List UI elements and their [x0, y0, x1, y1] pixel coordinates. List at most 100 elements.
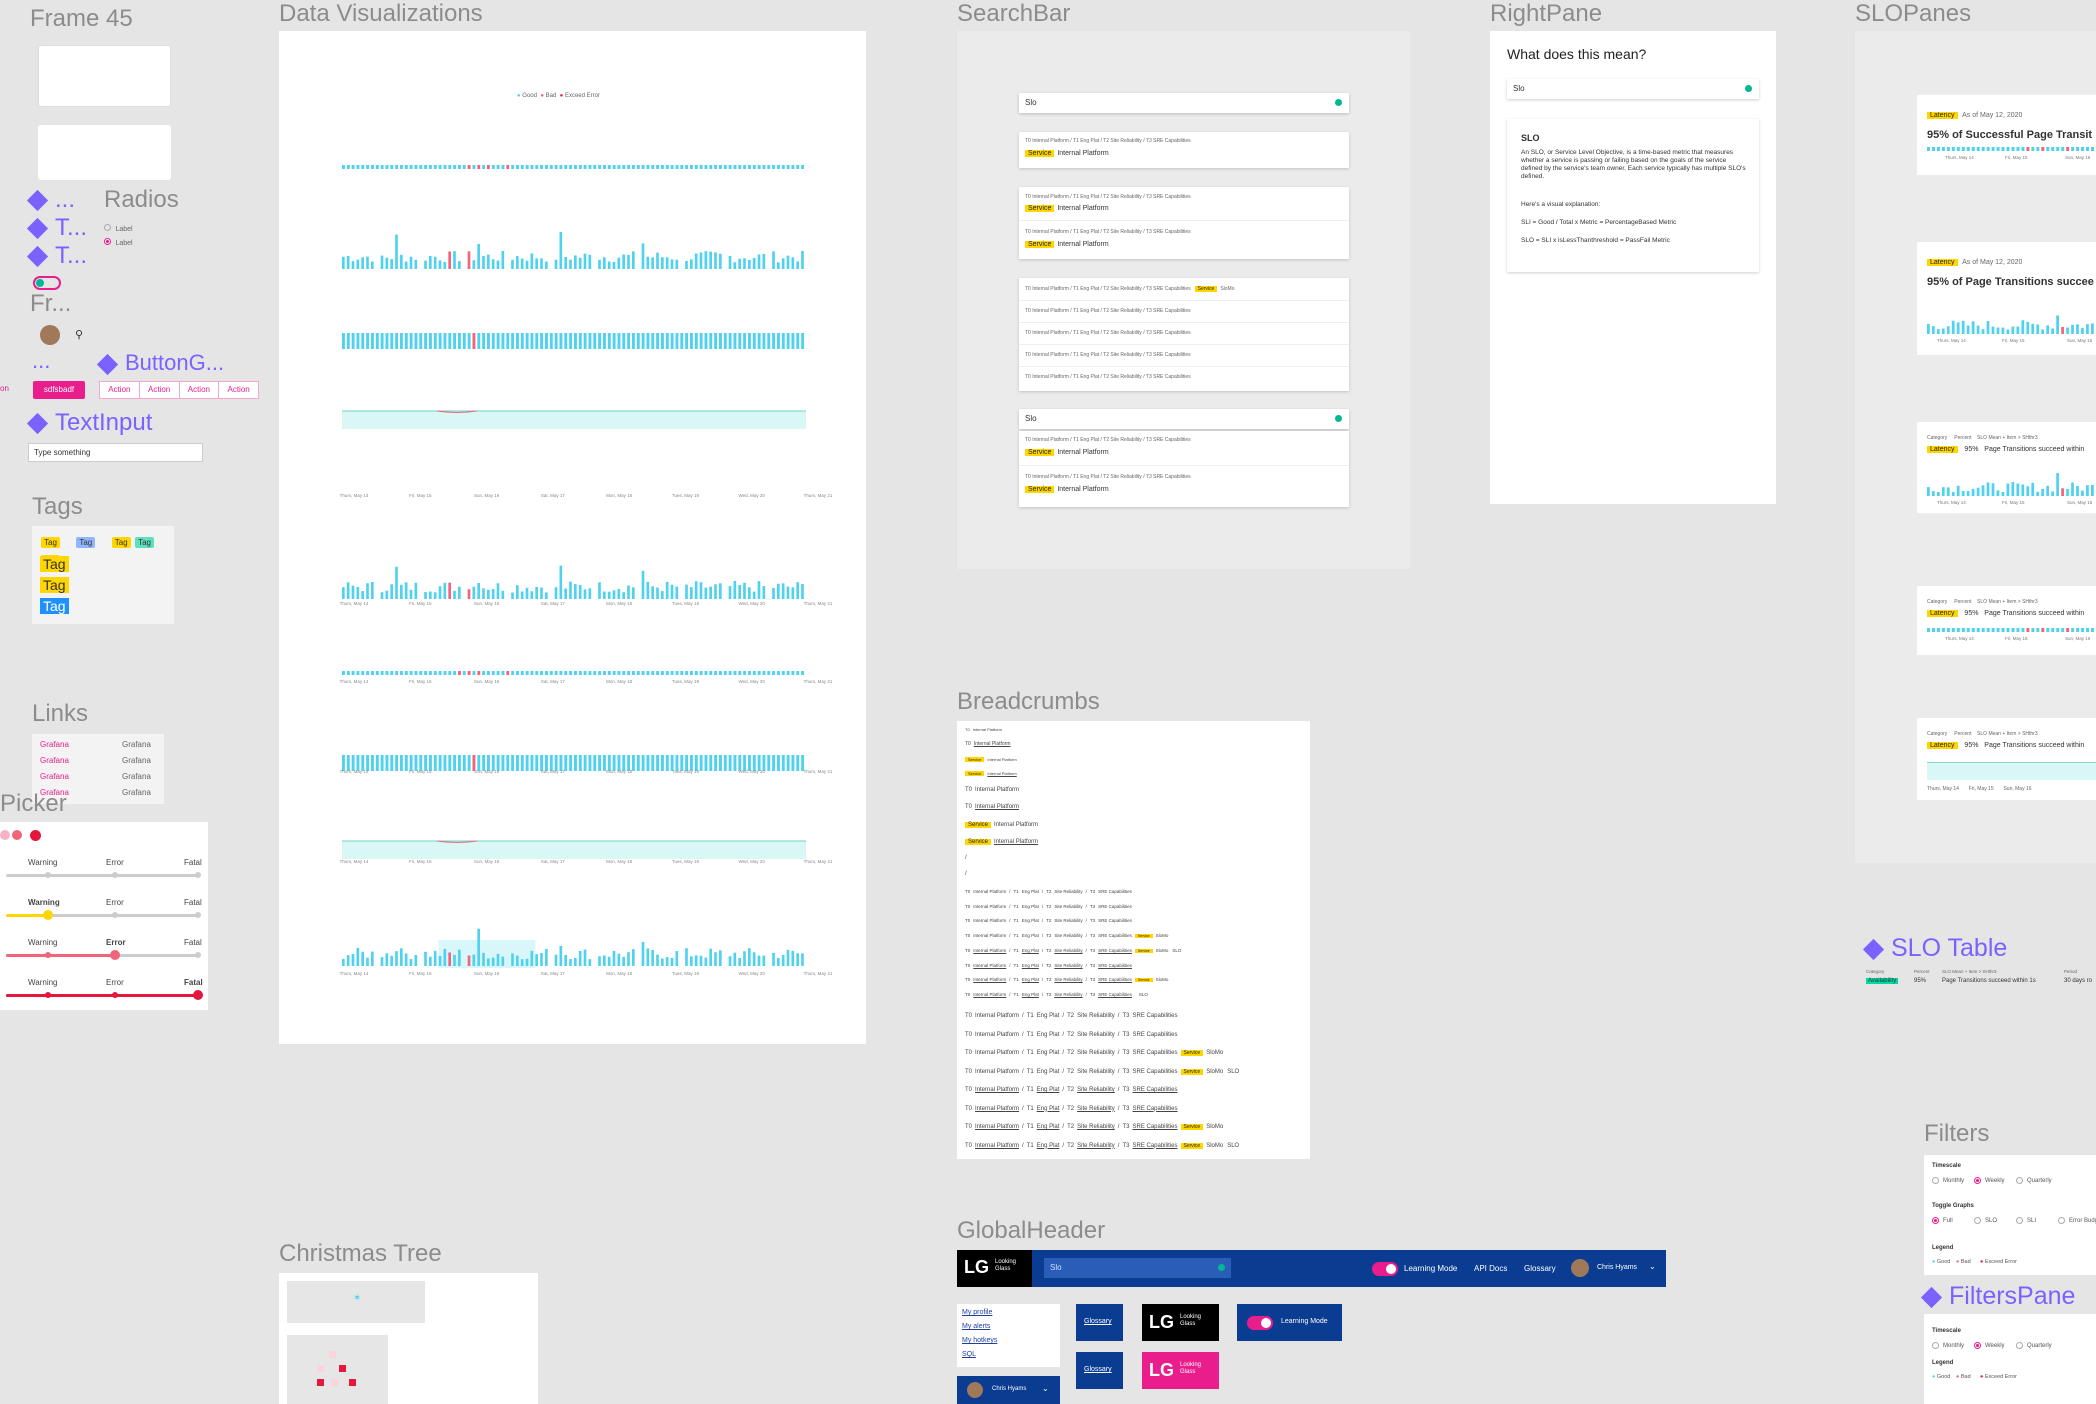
- filter-option[interactable]: Full: [1932, 1217, 1953, 1224]
- breadcrumb-item[interactable]: Site Reliability: [1077, 1106, 1115, 1112]
- breadcrumb-item[interactable]: T3: [1090, 992, 1095, 997]
- breadcrumb-item[interactable]: Eng Plat: [1037, 1106, 1060, 1112]
- breadcrumb-item[interactable]: Eng Plat: [1037, 1050, 1060, 1056]
- menu-item-profile[interactable]: My profile: [962, 1309, 992, 1316]
- breadcrumb-item[interactable]: T2: [1046, 933, 1051, 938]
- breadcrumb-item[interactable]: T2: [1046, 948, 1051, 953]
- filter-option[interactable]: Weekly: [1974, 1177, 2005, 1184]
- breadcrumb-item[interactable]: T0: [965, 904, 970, 909]
- link-grafana-gray[interactable]: Grafana: [122, 740, 151, 749]
- breadcrumb-item[interactable]: Eng Plat: [1022, 963, 1039, 968]
- radio-button[interactable]: [1974, 1177, 1981, 1184]
- menu-item-alerts[interactable]: My alerts: [962, 1323, 990, 1330]
- breadcrumb-item[interactable]: T2: [1046, 977, 1051, 982]
- breadcrumb-item[interactable]: SRE Capabilities: [1098, 963, 1132, 968]
- radio-button[interactable]: [1932, 1342, 1939, 1349]
- picker-track[interactable]: [6, 872, 201, 878]
- breadcrumb-item[interactable]: Site Reliability: [1077, 1013, 1115, 1019]
- breadcrumb-item[interactable]: T0: [965, 1013, 972, 1019]
- breadcrumb-item[interactable]: Internal Platform: [975, 1124, 1019, 1130]
- breadcrumb-item[interactable]: Internal Platform: [973, 977, 1006, 982]
- breadcrumb-item[interactable]: T1: [1027, 1124, 1034, 1130]
- search-result-item[interactable]: Service Internal Platform: [1025, 486, 1109, 493]
- breadcrumb-item[interactable]: T0: [965, 977, 970, 982]
- breadcrumb-item[interactable]: T0: [965, 1143, 972, 1149]
- breadcrumb-item[interactable]: Eng Plat: [1022, 933, 1039, 938]
- link-grafana[interactable]: Grafana: [40, 740, 69, 749]
- filter-option[interactable]: Monthly: [1932, 1177, 1964, 1184]
- breadcrumb-item[interactable]: Eng Plat: [1022, 992, 1039, 997]
- breadcrumb-item[interactable]: T3: [1122, 1143, 1129, 1149]
- radio-button[interactable]: [2058, 1217, 2065, 1224]
- breadcrumb-item[interactable]: Site Reliability: [1077, 1087, 1115, 1093]
- breadcrumb-item[interactable]: SRE Capabilities: [1132, 1087, 1177, 1093]
- breadcrumb-item[interactable]: T1: [1027, 1106, 1034, 1112]
- search-result-card[interactable]: T0 Internal Platform / T1 Eng Plat / T2 …: [1019, 132, 1349, 168]
- breadcrumb-item[interactable]: T3: [1090, 977, 1095, 982]
- breadcrumb-item[interactable]: T2: [1046, 992, 1051, 997]
- breadcrumb-item[interactable]: SRE Capabilities: [1132, 1069, 1177, 1075]
- breadcrumb-item[interactable]: T3: [1122, 1069, 1129, 1075]
- breadcrumb-item[interactable]: Internal Platform: [975, 1013, 1019, 1019]
- search-result-item[interactable]: Service Internal Platform: [1025, 241, 1109, 248]
- crumb-row[interactable]: T0 Internal Platform / T1 Eng Plat / T2 …: [1025, 352, 1191, 358]
- breadcrumb-item[interactable]: Site Reliability: [1054, 992, 1082, 997]
- logo-black[interactable]: LG Looking Glass: [1142, 1304, 1219, 1341]
- breadcrumb-item[interactable]: SRE Capabilities: [1132, 1124, 1177, 1130]
- breadcrumb-item[interactable]: SRE Capabilities: [1132, 1106, 1177, 1112]
- radio-option-2[interactable]: Label: [104, 232, 133, 250]
- breadcrumb-item[interactable]: T0: [965, 1106, 972, 1112]
- breadcrumb-item[interactable]: T1: [1027, 1032, 1034, 1038]
- logo-pink[interactable]: LG Looking Glass: [1142, 1352, 1219, 1389]
- breadcrumb-item[interactable]: Site Reliability: [1054, 904, 1082, 909]
- breadcrumb-item[interactable]: T1: [1027, 1087, 1034, 1093]
- breadcrumb-item[interactable]: Eng Plat: [1022, 977, 1039, 982]
- breadcrumb-item[interactable]: Internal Platform: [973, 933, 1006, 938]
- filter-option[interactable]: Error Budge: [2058, 1217, 2096, 1224]
- menu-item-hotkeys[interactable]: My hotkeys: [962, 1337, 997, 1344]
- color-dot[interactable]: [12, 830, 22, 840]
- breadcrumb-item[interactable]: T3: [1090, 933, 1095, 938]
- breadcrumb-item[interactable]: T3: [1122, 1050, 1129, 1056]
- breadcrumb-item[interactable]: T2: [1067, 1124, 1074, 1130]
- breadcrumb-item[interactable]: T3: [1122, 1032, 1129, 1038]
- breadcrumb-item[interactable]: T0: [965, 1087, 972, 1093]
- breadcrumb-item[interactable]: T0: [965, 1050, 972, 1056]
- search-result-item[interactable]: Service Internal Platform: [1025, 449, 1109, 456]
- rightpane-search-input[interactable]: Slo: [1507, 79, 1759, 99]
- radio-button[interactable]: [2016, 1342, 2023, 1349]
- breadcrumb-item[interactable]: T1: [1027, 1013, 1034, 1019]
- picker-track[interactable]: [6, 910, 201, 920]
- breadcrumb-item[interactable]: T1: [1014, 933, 1019, 938]
- breadcrumb-item[interactable]: T0: [965, 992, 970, 997]
- breadcrumb-item[interactable]: SRE Capabilities: [1098, 992, 1132, 997]
- breadcrumb-item[interactable]: Site Reliability: [1077, 1050, 1115, 1056]
- avatar[interactable]: [1571, 1259, 1589, 1277]
- breadcrumb-item[interactable]: T2: [1067, 1032, 1074, 1038]
- breadcrumb-item[interactable]: T3: [1090, 904, 1095, 909]
- breadcrumb-item[interactable]: Site Reliability: [1054, 933, 1082, 938]
- breadcrumb-item[interactable]: T3: [1090, 963, 1095, 968]
- learning-mode-toggle[interactable]: [1247, 1316, 1273, 1330]
- action-button-4[interactable]: Action: [219, 382, 258, 398]
- breadcrumb-item[interactable]: T0: [965, 918, 970, 923]
- breadcrumb-item[interactable]: SRE Capabilities: [1132, 1013, 1177, 1019]
- action-button-2[interactable]: Action: [140, 382, 180, 398]
- breadcrumb-item[interactable]: T0: [965, 948, 970, 953]
- breadcrumb-item[interactable]: SRE Capabilities: [1132, 1032, 1177, 1038]
- filter-option[interactable]: Monthly: [1932, 1342, 1964, 1349]
- header-search-input[interactable]: Slo: [1044, 1258, 1231, 1278]
- breadcrumb-item[interactable]: Internal Platform: [973, 992, 1006, 997]
- filter-option[interactable]: Quarterly: [2016, 1342, 2052, 1349]
- search-icon[interactable]: ⚲: [75, 328, 83, 341]
- breadcrumb-item[interactable]: T2: [1067, 1087, 1074, 1093]
- color-dot[interactable]: [0, 830, 10, 840]
- picker-handle[interactable]: [193, 990, 203, 1000]
- slo-pane-5[interactable]: Category Percent SLO Mean + Item > SHthr…: [1917, 718, 2096, 800]
- crumb-row[interactable]: T0 Internal Platform / T1 Eng Plat / T2 …: [1025, 374, 1191, 380]
- breadcrumb-item[interactable]: T2: [1067, 1069, 1074, 1075]
- breadcrumb-item[interactable]: T1: [1027, 1143, 1034, 1149]
- breadcrumb-item[interactable]: T1: [1014, 904, 1019, 909]
- breadcrumb-item[interactable]: Site Reliability: [1077, 1032, 1115, 1038]
- breadcrumb-item[interactable]: SRE Capabilities: [1098, 889, 1132, 894]
